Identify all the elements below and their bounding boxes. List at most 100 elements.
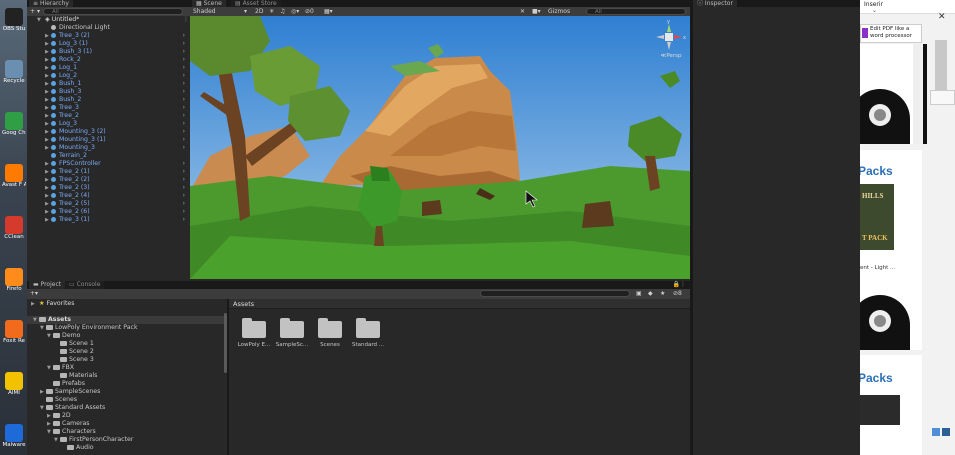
hierarchy-item[interactable]: ▶ Mounting_3 (2) › xyxy=(45,128,188,136)
lighting-icon[interactable]: ☀ xyxy=(267,7,276,16)
folder-tile[interactable]: SampleSc... xyxy=(274,318,310,348)
favorite-star-icon[interactable]: ★ xyxy=(658,289,667,298)
window-control-icon-2[interactable] xyxy=(942,428,950,436)
hierarchy-item[interactable]: ▶ Bush_2 › xyxy=(45,96,188,104)
hierarchy-search-input[interactable]: All xyxy=(43,8,183,15)
mode-2d-toggle[interactable]: 2D xyxy=(253,7,265,16)
hierarchy-item[interactable]: ▶ Bush_3 (1) › xyxy=(45,48,188,56)
desktop-icon[interactable]: Goog Chron xyxy=(2,112,26,137)
project-search-input[interactable] xyxy=(480,290,630,297)
close-icon[interactable]: ✕ xyxy=(938,12,946,22)
hierarchy-item[interactable]: Terrain_2 xyxy=(45,152,188,160)
hierarchy-item[interactable]: ▶ Bush_3 › xyxy=(45,88,188,96)
desktop-icon[interactable]: CClean xyxy=(2,216,26,241)
desktop-icon[interactable]: Malware xyxy=(2,424,26,449)
hierarchy-item[interactable]: ▶ Tree_3 (2) › xyxy=(45,32,188,40)
persp-label[interactable]: ≪Persp xyxy=(654,53,688,59)
hierarchy-item[interactable]: ▶ Tree_2 (3) › xyxy=(45,184,188,192)
hierarchy-item[interactable]: ▶ Log_3 (1) › xyxy=(45,40,188,48)
chevron-right-icon[interactable]: › xyxy=(183,192,185,200)
chevron-right-icon[interactable]: › xyxy=(183,128,185,136)
favorites-row[interactable]: ▶ ★ Favorites xyxy=(31,300,74,308)
chevron-right-icon[interactable]: › xyxy=(183,216,185,224)
folder-tree-item[interactable]: ▶ SampleScenes xyxy=(27,388,224,396)
hierarchy-item[interactable]: ▶ Tree_2 › xyxy=(45,112,188,120)
chevron-right-icon[interactable]: › xyxy=(183,96,185,104)
folder-tile[interactable]: Standard ... xyxy=(350,318,386,348)
chevron-right-icon[interactable]: › xyxy=(183,104,185,112)
scene-viewport[interactable]: y x ≪Persp xyxy=(190,16,690,279)
scene-search-input[interactable]: All xyxy=(586,8,686,15)
expand-arrow-icon[interactable]: ▼ xyxy=(37,16,43,24)
desktop-icon[interactable]: OBS Stu xyxy=(2,8,26,33)
folder-tree-item[interactable]: ▼ FirstPersonCharacter xyxy=(27,436,224,444)
chevron-right-icon[interactable]: › xyxy=(183,200,185,208)
chevron-right-icon[interactable]: › xyxy=(183,32,185,40)
camera-icon[interactable]: ■▾ xyxy=(530,7,543,16)
chevron-right-icon[interactable]: › xyxy=(183,184,185,192)
folder-tree-item[interactable]: Scene 2 xyxy=(27,348,224,356)
hierarchy-item[interactable]: ▶ Mounting_3 (1) › xyxy=(45,136,188,144)
chevron-right-icon[interactable]: › xyxy=(183,160,185,168)
hierarchy-item[interactable]: ▶ Log_2 › xyxy=(45,72,188,80)
orientation-gizmo[interactable]: y x ≪Persp xyxy=(654,19,686,64)
gizmos-dropdown[interactable]: Gizmos ▾ xyxy=(546,7,576,24)
desktop-icon[interactable]: AIMI xyxy=(2,372,26,397)
folder-tile[interactable]: Scenes xyxy=(312,318,348,348)
folder-tree-item[interactable]: ▼ Standard Assets xyxy=(27,404,224,412)
chevron-right-icon[interactable]: › xyxy=(183,176,185,184)
chevron-right-icon[interactable]: › xyxy=(183,40,185,48)
hierarchy-item[interactable]: ▶ Tree_2 (6) › xyxy=(45,208,188,216)
folder-tree-item[interactable]: ▼ Characters xyxy=(27,428,224,436)
create-button[interactable]: + ▾ xyxy=(28,7,42,16)
grid-toggle-icon[interactable]: ▦▾ xyxy=(322,7,335,16)
desktop-icon[interactable]: Recycle xyxy=(2,60,26,85)
scene-root-row[interactable]: ▼ ◈ Untitled* ⋮ xyxy=(37,16,189,24)
folder-tree-item[interactable]: Prefabs xyxy=(27,380,224,388)
tools-icon[interactable]: ✕ xyxy=(518,7,527,16)
folder-tree-item[interactable]: ▼ Assets xyxy=(27,316,224,324)
tab-hierarchy[interactable]: ≡ Hierarchy xyxy=(29,0,73,7)
folder-tree-item[interactable]: Scenes xyxy=(27,396,224,404)
folder-tree-item[interactable]: ▼ LowPoly Environment Pack xyxy=(27,324,224,332)
audio-icon[interactable]: ♫ xyxy=(278,7,287,16)
folder-tree-item[interactable]: ▶ Cameras xyxy=(27,420,224,428)
chevron-right-icon[interactable]: › xyxy=(183,112,185,120)
tab-inspector[interactable]: ⓘ Inspector xyxy=(693,0,737,7)
hidden-objects-toggle[interactable]: ⊘0 xyxy=(303,7,316,16)
folder-tree-item[interactable]: Scene 3 xyxy=(27,356,224,364)
hierarchy-item[interactable]: ▶ Tree_2 (5) › xyxy=(45,200,188,208)
ad-banner[interactable]: Edit PDF like a word processor xyxy=(860,24,922,43)
chevron-right-icon[interactable]: › xyxy=(183,72,185,80)
project-create-button[interactable]: +▾ xyxy=(28,289,40,298)
folder-tile[interactable]: LowPoly E... xyxy=(236,318,272,348)
chevron-right-icon[interactable]: › xyxy=(183,64,185,72)
folder-tree-item[interactable]: Materials xyxy=(27,372,224,380)
lock-icon[interactable]: 🔒⋮ xyxy=(673,281,686,288)
chevron-down-icon[interactable]: ⌄ xyxy=(872,7,877,14)
folder-tree-item[interactable]: Scene 1 xyxy=(27,340,224,348)
tab-console[interactable]: ▭ Console xyxy=(65,281,105,289)
chevron-right-icon[interactable]: › xyxy=(183,120,185,128)
shading-mode-dropdown[interactable]: Shaded ▾ xyxy=(191,7,249,16)
hierarchy-item[interactable]: ▶ Tree_2 (4) › xyxy=(45,192,188,200)
hierarchy-item[interactable]: ▶ FPSController › xyxy=(45,160,188,168)
screenshot-thumbnail[interactable] xyxy=(860,395,900,425)
chevron-right-icon[interactable]: › xyxy=(183,56,185,64)
tab-project[interactable]: ▬ Project xyxy=(29,281,66,289)
pack-thumbnail[interactable]: HILLS T PACK xyxy=(860,184,894,250)
chevron-right-icon[interactable]: › xyxy=(183,168,185,176)
hierarchy-item[interactable]: ▶ Bush_1 › xyxy=(45,80,188,88)
folder-tree-item[interactable]: Audio xyxy=(27,444,224,452)
hierarchy-item[interactable]: ▶ Tree_3 (1) › xyxy=(45,216,188,224)
tab-asset-store[interactable]: ▤ Asset Store xyxy=(231,0,281,7)
desktop-icon[interactable]: Avast F Antivi xyxy=(2,164,26,189)
hierarchy-item[interactable]: Directional Light xyxy=(45,24,188,32)
hierarchy-item[interactable]: ▶ Tree_3 › xyxy=(45,104,188,112)
hierarchy-item[interactable]: ▶ Tree_2 (1) › xyxy=(45,168,188,176)
chevron-right-icon[interactable]: › xyxy=(183,80,185,88)
chevron-right-icon[interactable]: › xyxy=(183,88,185,96)
chevron-right-icon[interactable]: › xyxy=(183,136,185,144)
desktop-icon[interactable]: Firefo xyxy=(2,268,26,293)
hierarchy-item[interactable]: ▶ Rock_2 › xyxy=(45,56,188,64)
